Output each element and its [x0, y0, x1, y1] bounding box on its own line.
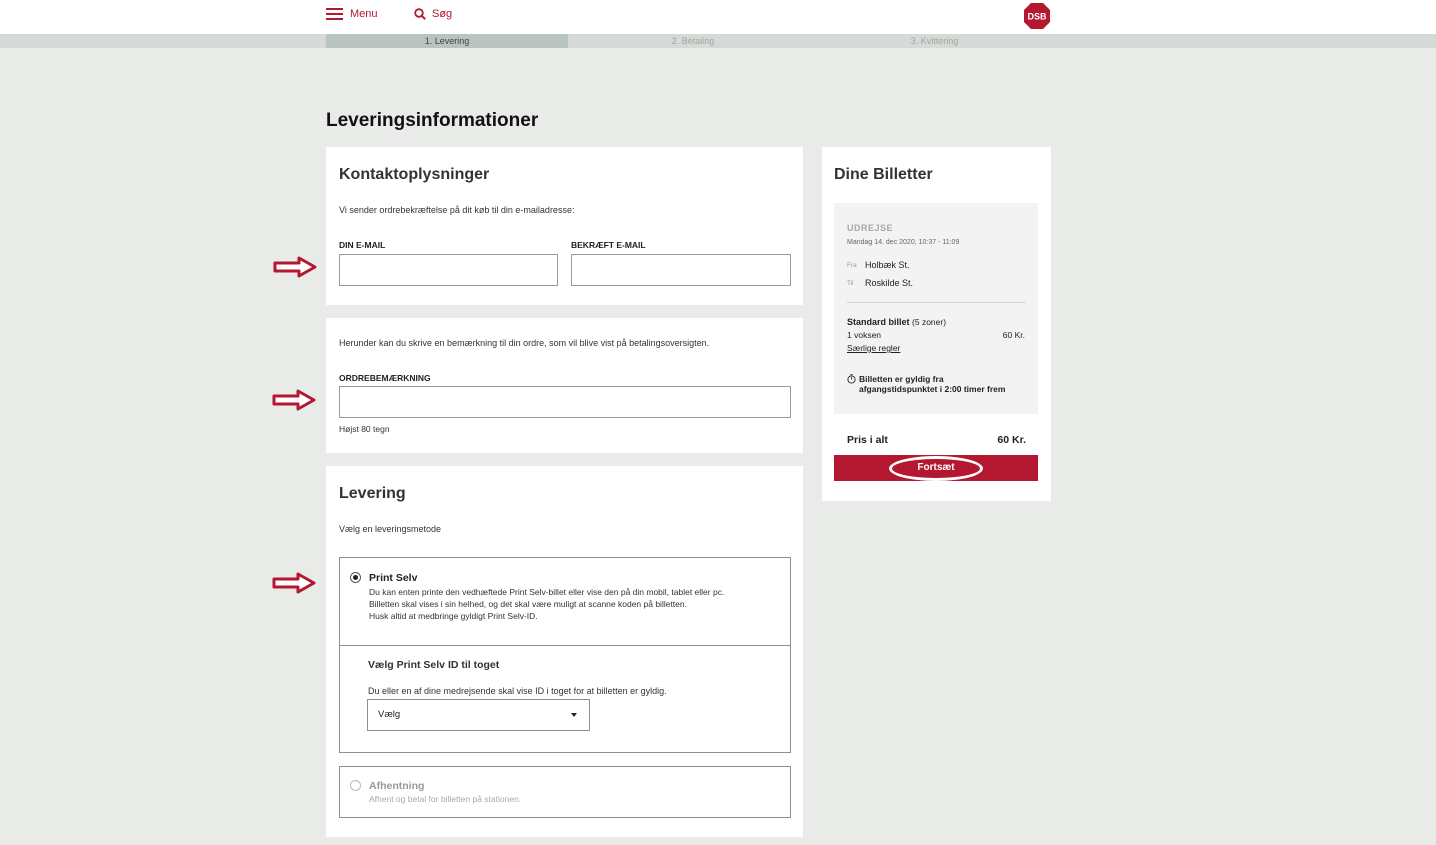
- search-label: Søg: [432, 8, 453, 20]
- afhentning-option[interactable]: Afhentning Afhent og betal for billetten…: [339, 766, 791, 818]
- ticket-zones: (5 zoner): [912, 317, 947, 327]
- id-text: Du eller en af dine medrejsende skal vis…: [368, 686, 667, 696]
- highlight-oval: [889, 456, 983, 481]
- chevron-down-icon: [571, 713, 577, 717]
- afhentning-radio[interactable]: [350, 780, 361, 791]
- step-levering: 1. Levering: [326, 34, 568, 48]
- hamburger-menu-icon: [326, 8, 343, 20]
- direction-label: UDREJSE: [847, 223, 894, 233]
- ticket-price: 60 Kr.: [1002, 330, 1025, 340]
- trip-date: Mandag 14. dec 2020, 10:37 - 11:09: [847, 239, 960, 246]
- delivery-title: Levering: [339, 485, 406, 502]
- step-kvittering: 3. Kvittering: [910, 36, 959, 46]
- red-arrow-icon: [272, 389, 316, 411]
- menu-button[interactable]: Menu: [326, 8, 378, 20]
- total-label: Pris i alt: [847, 434, 888, 446]
- dsb-logo[interactable]: DSB: [1023, 2, 1051, 30]
- print-selv-title: Print Selv: [369, 572, 418, 584]
- trip-summary: UDREJSE Mandag 14. dec 2020, 10:37 - 11:…: [834, 203, 1038, 414]
- divider: [340, 645, 790, 646]
- search-icon: [414, 8, 426, 20]
- progress-steps: 1. Levering 2. Betaling 3. Kvittering: [0, 34, 1436, 48]
- print-selv-line-3: Husk altid at medbringe gyldigt Print Se…: [369, 611, 538, 621]
- special-rules-link[interactable]: Særlige regler: [847, 343, 900, 353]
- email-field[interactable]: [339, 254, 558, 286]
- contact-title: Kontaktoplysninger: [339, 166, 490, 183]
- passengers: 1 voksen: [847, 330, 882, 340]
- ticket-type: Standard billet (5 zoner): [847, 317, 946, 327]
- top-bar: Menu Søg DSB: [0, 0, 1436, 34]
- validity-text: Billetten er gyldig fra afgangstidspunkt…: [859, 374, 1005, 394]
- order-remark-field[interactable]: [339, 386, 791, 418]
- search-button[interactable]: Søg: [414, 8, 452, 20]
- afhentning-text: Afhent og betal for billetten på station…: [369, 794, 522, 804]
- print-selv-line-1: Du kan enten printe den vedhæftede Print…: [369, 587, 725, 597]
- contact-intro: Vi sender ordrebekræftelse på dit køb ti…: [339, 205, 575, 215]
- delivery-card: Levering Vælg en leveringsmetode Print S…: [326, 466, 803, 837]
- stopwatch-icon: [847, 374, 856, 384]
- menu-label: Menu: [350, 8, 378, 20]
- id-select-value: Vælg: [378, 709, 401, 720]
- step-betaling: 2. Betaling: [671, 36, 715, 46]
- remark-card: Herunder kan du skrive en bemærkning til…: [326, 318, 803, 453]
- total-value: 60 Kr.: [997, 434, 1026, 446]
- divider: [847, 302, 1026, 303]
- confirm-email-label: BEKRÆFT E-MAIL: [571, 240, 646, 250]
- page-title: Leveringsinformationer: [326, 110, 539, 131]
- remark-label: ORDREBEMÆRKNING: [339, 373, 431, 383]
- to-station: Roskilde St.: [865, 278, 914, 288]
- print-selv-radio[interactable]: [350, 572, 361, 583]
- print-selv-option[interactable]: Print Selv Du kan enten printe den vedhæ…: [339, 557, 791, 753]
- logo-text: DSB: [1027, 12, 1047, 22]
- to-label: Til: [847, 280, 854, 287]
- id-title: Vælg Print Selv ID til toget: [368, 659, 500, 671]
- delivery-intro: Vælg en leveringsmetode: [339, 524, 442, 534]
- afhentning-title: Afhentning: [369, 780, 425, 792]
- tickets-title: Dine Billetter: [834, 166, 933, 183]
- red-arrow-icon: [273, 256, 317, 278]
- print-selv-description: Du kan enten printe den vedhæftede Print…: [369, 586, 724, 622]
- validity-line-2: afgangstidspunktet i 2:00 timer frem: [859, 384, 1006, 394]
- validity-line-1: Billetten er gyldig fra: [859, 374, 944, 384]
- remark-hint: Højst 80 tegn: [339, 424, 390, 434]
- ticket-name: Standard billet: [847, 317, 910, 327]
- confirm-email-field[interactable]: [571, 254, 791, 286]
- print-selv-line-2: Billetten skal vises i sin helhed, og de…: [369, 599, 687, 609]
- red-arrow-icon: [272, 572, 316, 594]
- remark-intro: Herunder kan du skrive en bemærkning til…: [339, 338, 710, 348]
- from-station: Holbæk St.: [865, 260, 910, 270]
- from-label: Fra: [847, 262, 857, 269]
- contact-card: Kontaktoplysninger Vi sender ordrebekræf…: [326, 147, 803, 305]
- id-select[interactable]: Vælg: [367, 699, 590, 731]
- email-label: DIN E-MAIL: [339, 240, 386, 250]
